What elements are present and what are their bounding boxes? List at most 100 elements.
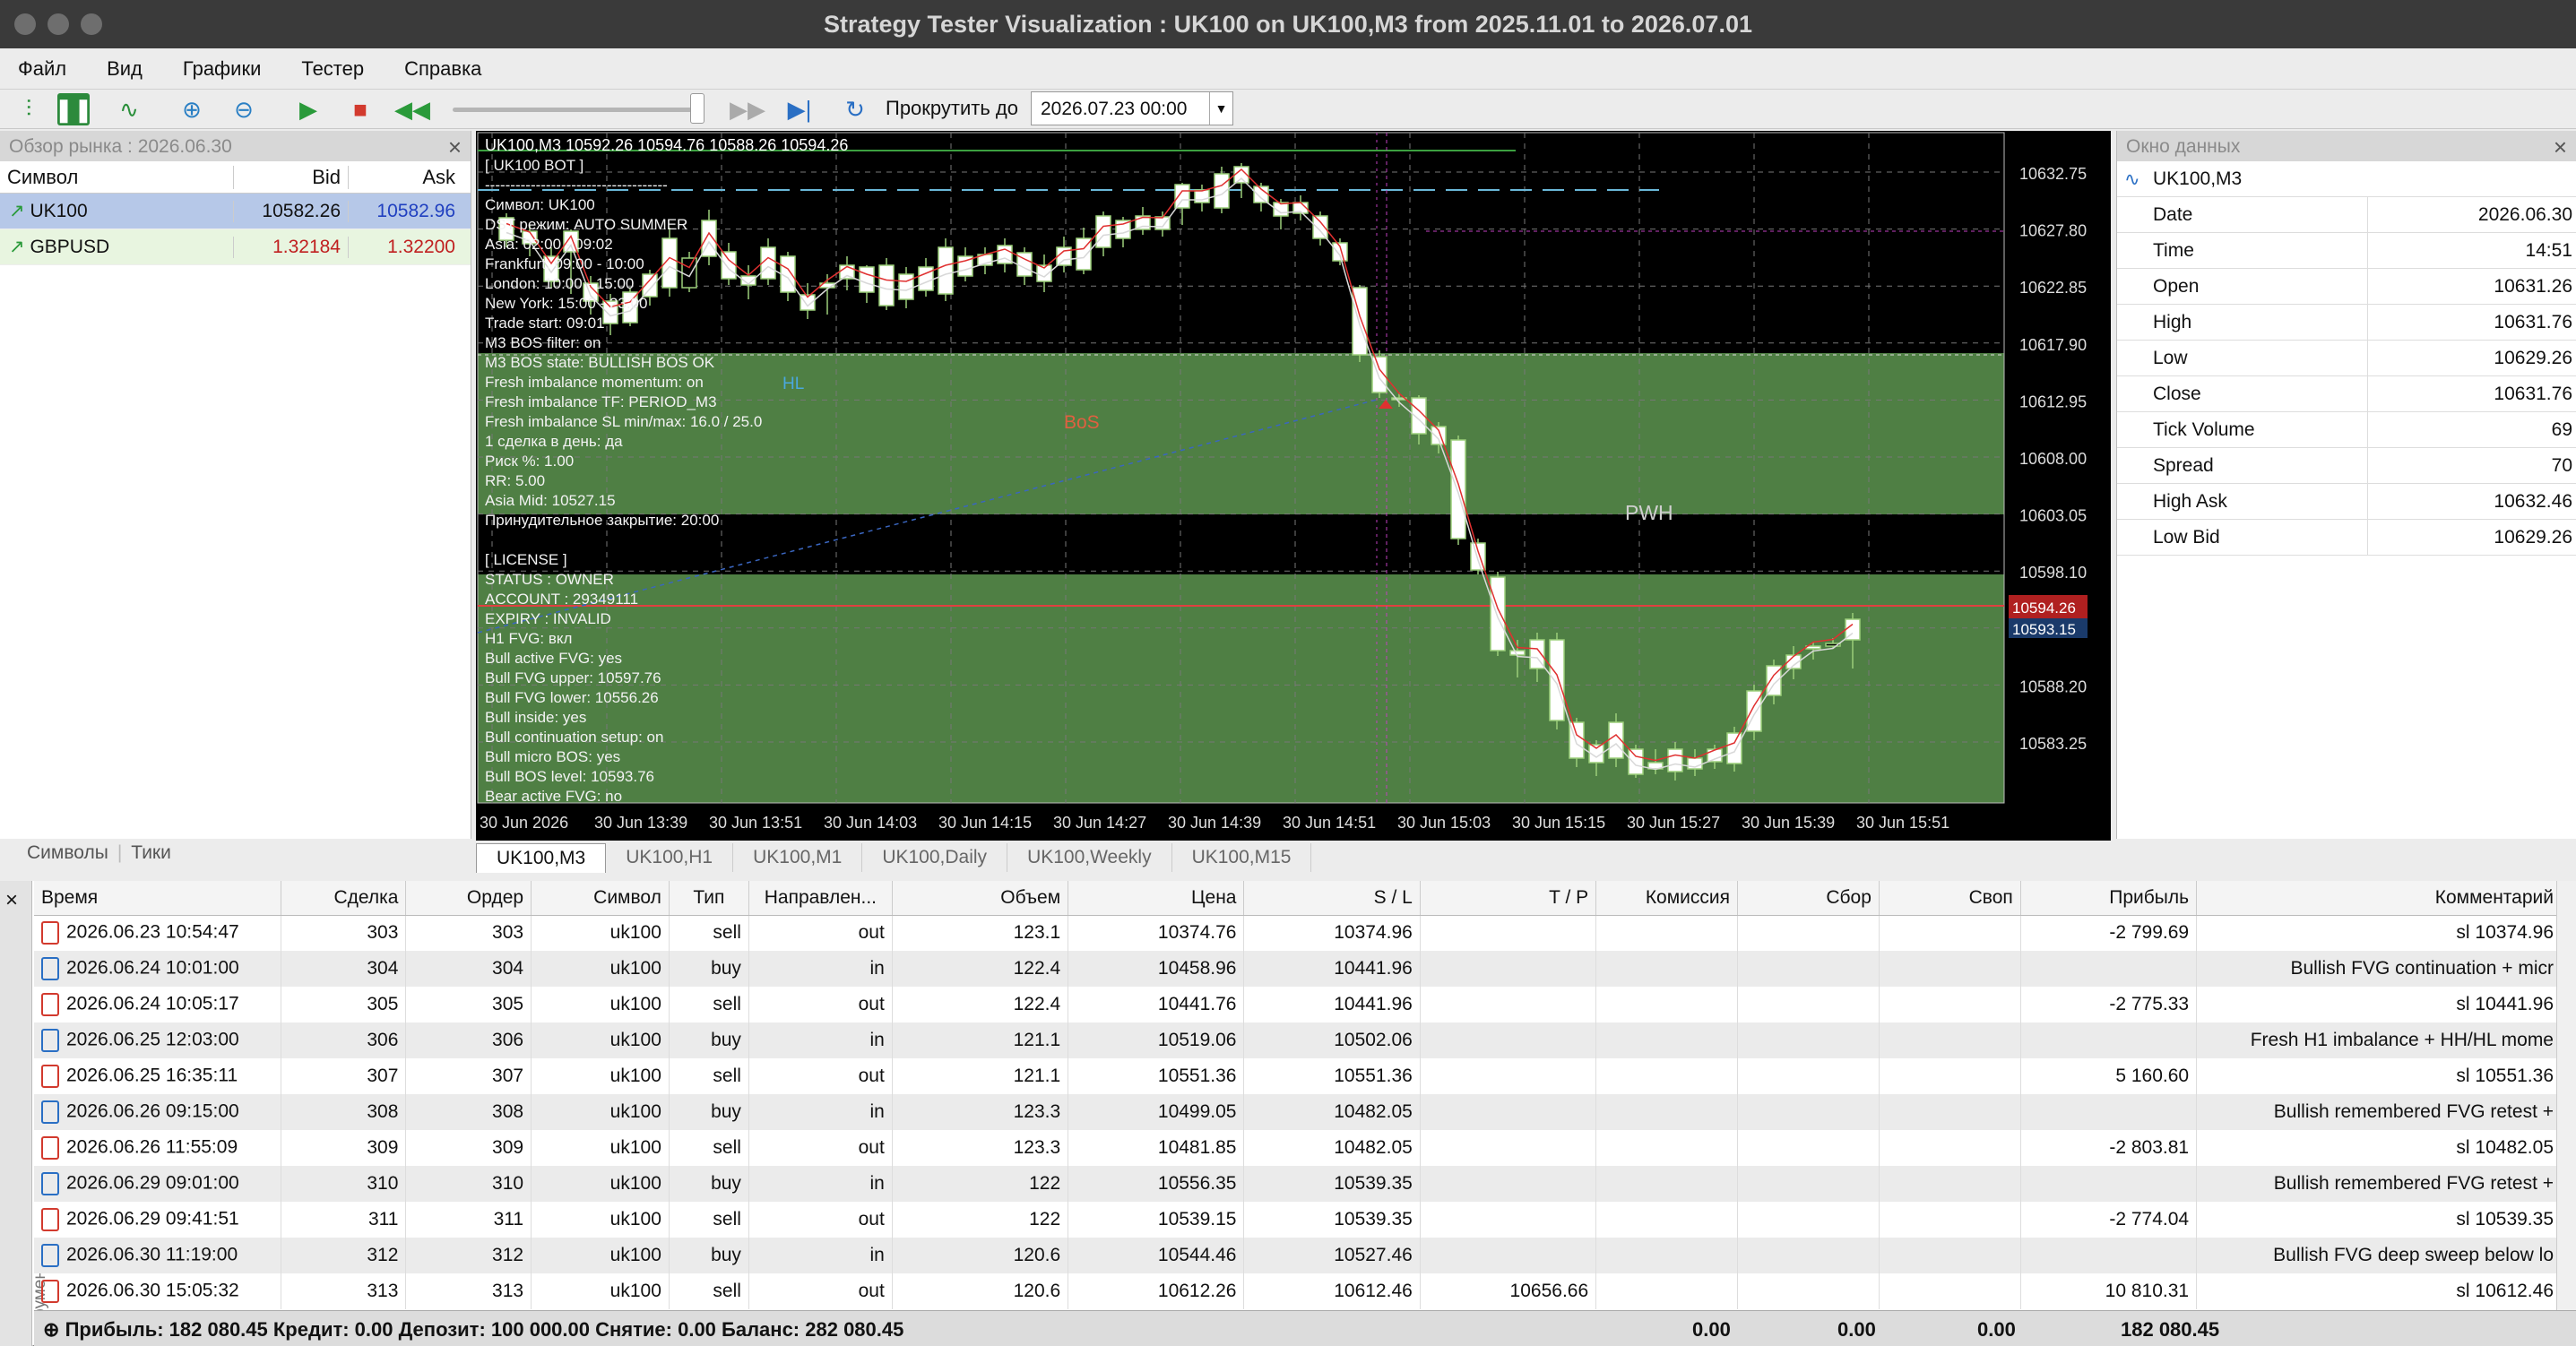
table-cell: 307 [405,1058,532,1094]
col-header[interactable]: Объем [892,881,1069,916]
zoom-window-button[interactable] [81,13,102,35]
table-cell: sell [669,1202,749,1238]
candle-body [859,266,875,293]
chevron-down-icon[interactable]: ▼ [1209,92,1232,125]
info-line: EXPIRY : INVALID [485,610,611,627]
y-tick-label: 10627.80 [2019,222,2087,240]
table-cell: 10482.05 [1243,1130,1421,1166]
market-row-gbpusd[interactable]: ↗ GBPUSD 1.32184 1.32200 [0,229,471,265]
tab-uk100-m1[interactable]: UK100,M1 [733,843,863,872]
table-row[interactable]: 2026.06.24 10:05:17 305 305 uk100 sell out 122… [34,987,2562,1022]
speed-slider-thumb[interactable] [690,93,705,124]
col-header[interactable]: Комиссия [1595,881,1739,916]
col-header[interactable]: Сбор [1737,881,1880,916]
tab-symbols[interactable]: Символы [27,842,108,864]
candle-body [1726,732,1742,764]
vertical-scrollbar[interactable] [2556,881,2576,1310]
table-cell: 307 [281,1058,407,1094]
table-row[interactable]: 2026.06.25 16:35:11 307 307 uk100 sell out 121… [34,1058,2562,1094]
table-cell: 2026.06.24 10:01:00 [34,951,281,987]
stop-icon[interactable]: ■ [344,93,376,125]
table-row[interactable]: 2026.06.29 09:01:00 310 310 uk100 buy in 122 10… [34,1166,2562,1202]
col-header[interactable]: Прибыль [2020,881,2198,916]
tab-uk100-weekly[interactable]: UK100,Weekly [1007,843,1172,872]
table-cell: -2 774.04 [2020,1202,2198,1238]
rewind-icon[interactable]: ◀◀ [394,93,430,125]
table-cell: buy [669,1022,749,1058]
deal-time: 2026.06.30 15:05:32 [66,1280,239,1301]
scroll-date-select[interactable]: 2026.07.23 00:00 ▼ [1031,91,1233,125]
table-row[interactable]: 2026.06.30 11:19:00 312 312 uk100 buy in 120.6… [34,1238,2562,1273]
table-cell [1595,1202,1739,1238]
col-header[interactable]: Ордер [405,881,532,916]
col-header[interactable]: Сделка [281,881,407,916]
table-cell: uk100 [531,1238,670,1273]
tab-uk100-m15[interactable]: UK100,M15 [1172,843,1312,872]
table-row[interactable]: 2026.06.25 12:03:00 306 306 uk100 buy in 121.1… [34,1022,2562,1058]
data-value: 2026.06.30 [2477,203,2572,225]
line-chart-icon[interactable]: ∿ [113,93,145,125]
tab-uk100-m3[interactable]: UK100,M3 [476,842,607,873]
col-header[interactable]: Время [34,881,281,916]
col-header[interactable]: S / L [1243,881,1421,916]
close-icon[interactable]: × [5,888,18,913]
col-header[interactable]: Своп [1879,881,2021,916]
table-cell: sl 10482.05 [2196,1130,2562,1166]
menu-view[interactable]: Вид [107,57,143,81]
info-line: Bull BOS level: 10593.76 [485,768,654,785]
table-cell: 303 [281,915,407,951]
table-row[interactable]: 2026.06.24 10:01:00 304 304 uk100 buy in 122.4… [34,951,2562,987]
table-row[interactable]: 2026.06.26 11:55:09 309 309 uk100 sell out 123… [34,1130,2562,1166]
menu-tester[interactable]: Тестер [301,57,364,81]
skip-forward-icon[interactable]: ▶▶ [730,93,765,125]
table-cell [1879,1058,2021,1094]
zoom-in-icon[interactable]: ⊕ [176,93,208,125]
pause-button[interactable]: ❚❚ [54,93,93,125]
table-cell: 303 [405,915,532,951]
deal-time: 2026.06.26 11:55:09 [66,1136,238,1158]
table-cell [1420,1166,1597,1202]
col-bid[interactable]: Bid [233,165,348,189]
tab-uk100-daily[interactable]: UK100,Daily [862,843,1008,872]
col-header[interactable]: Комментарий [2196,881,2562,916]
minimize-window-button[interactable] [48,13,69,35]
bar-chart-icon[interactable]: ⫶ [13,93,45,125]
table-row[interactable]: 2026.06.23 10:54:47 303 303 uk100 sell out 123… [34,915,2562,951]
tab-ticks[interactable]: Тики [131,842,171,864]
data-row-low: Low 10629.26 [2117,341,2576,376]
play-icon[interactable]: ▶ [292,93,324,125]
menu-charts[interactable]: Графики [183,57,261,81]
col-header[interactable]: Цена [1068,881,1245,916]
col-header[interactable]: T / P [1420,881,1597,916]
chart-canvas[interactable]: 10632.75 10627.80 10622.85 10617.90 10612.95… [476,131,2111,841]
col-ask[interactable]: Ask [348,165,462,189]
data-row-high-ask: High Ask 10632.46 [2117,484,2576,520]
table-cell [1737,915,1880,951]
table-cell: 10441.76 [1068,987,1245,1022]
close-icon[interactable]: × [2554,134,2567,161]
zoom-out-icon[interactable]: ⊖ [228,93,260,125]
table-cell [1420,1238,1597,1273]
data-window-symbol: ∿ UK100,M3 [2117,161,2576,197]
table-cell: sell [669,1130,749,1166]
table-row[interactable]: 2026.06.30 15:05:32 313 313 uk100 sell out 120… [34,1273,2562,1309]
close-window-button[interactable] [14,13,36,35]
table-row[interactable]: 2026.06.29 09:41:51 311 311 uk100 sell out 122… [34,1202,2562,1238]
col-symbol[interactable]: Символ [0,166,233,189]
menu-file[interactable]: Файл [18,57,66,81]
table-cell: sell [669,915,749,951]
col-header[interactable]: Тип [669,881,749,916]
col-header[interactable]: Символ [531,881,670,916]
table-cell: uk100 [531,1273,670,1309]
close-icon[interactable]: × [448,134,462,161]
step-forward-icon[interactable]: ▶| [783,93,816,125]
y-tick-label: 10608.00 [2019,450,2087,468]
tab-uk100-h1[interactable]: UK100,H1 [606,843,734,872]
table-row[interactable]: 2026.06.26 09:15:00 308 308 uk100 buy in 123.3… [34,1094,2562,1130]
speed-slider-track[interactable] [453,108,704,112]
expand-icon[interactable]: ⊕ [43,1318,59,1341]
price-chart[interactable]: 10632.75 10627.80 10622.85 10617.90 10612.95… [476,131,2111,841]
market-row-uk100[interactable]: ↗ UK100 10582.26 10582.96 [0,194,471,229]
col-header[interactable]: Направлен... [748,881,893,916]
menu-help[interactable]: Справка [404,57,481,81]
